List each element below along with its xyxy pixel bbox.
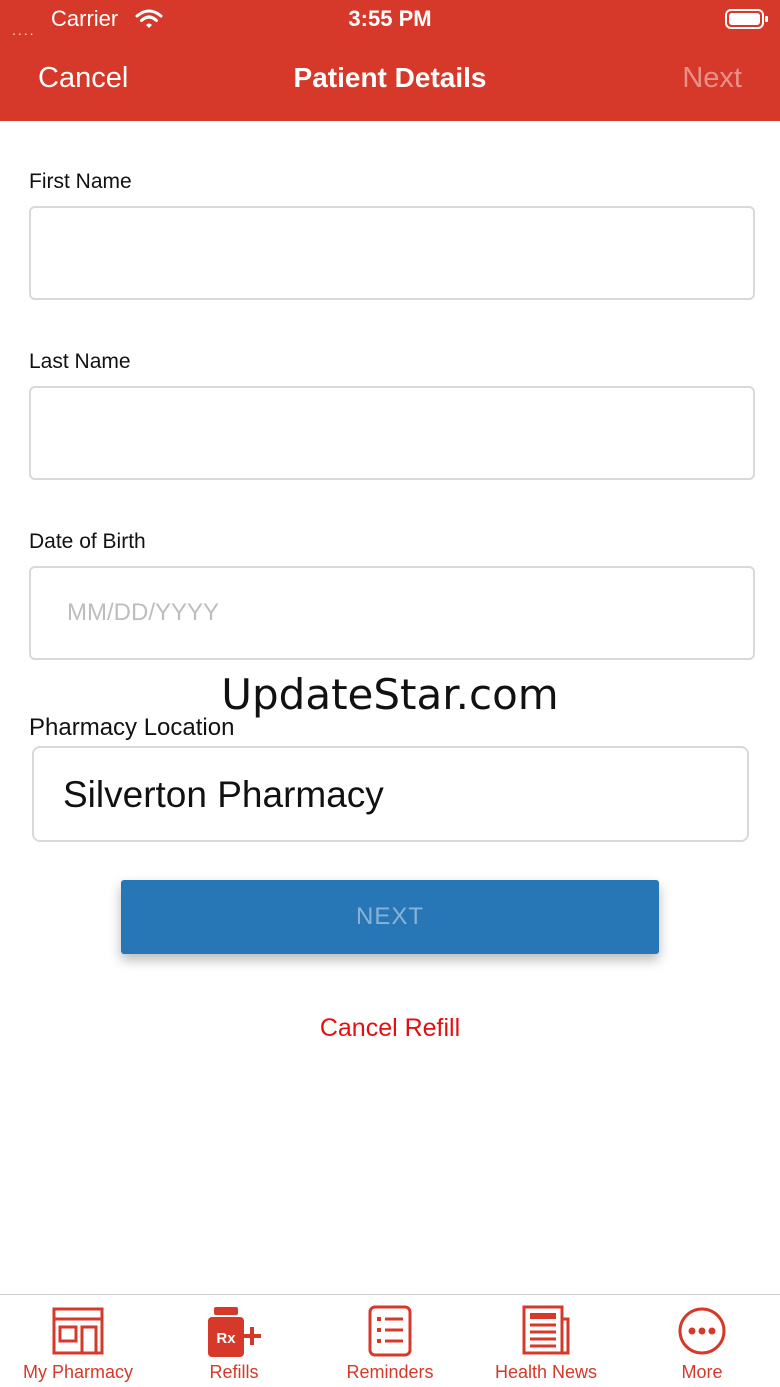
checklist-icon <box>368 1305 412 1357</box>
tab-label: Reminders <box>346 1362 434 1382</box>
more-icon <box>678 1307 726 1355</box>
app-header: .... Carrier 3:55 PM Cancel Patient Deta… <box>0 0 780 121</box>
status-bar: .... Carrier 3:55 PM <box>0 0 780 40</box>
first-name-input[interactable] <box>31 208 753 298</box>
tab-bar: My Pharmacy Rx Refills Reminders Health … <box>0 1294 780 1387</box>
tab-reminders[interactable]: Reminders <box>312 1295 468 1387</box>
tab-more[interactable]: More <box>624 1295 780 1387</box>
cancel-refill-link[interactable]: Cancel Refill <box>0 1014 780 1043</box>
dob-label: Date of Birth <box>29 530 146 553</box>
status-time: 3:55 PM <box>348 6 432 31</box>
dob-field <box>29 566 755 660</box>
last-name-label: Last Name <box>29 350 131 373</box>
tab-label: Health News <box>494 1362 598 1382</box>
first-name-label: First Name <box>29 170 132 193</box>
pharmacy-location-select[interactable]: Silverton Pharmacy <box>32 746 749 842</box>
tab-refills[interactable]: Rx Refills <box>156 1295 312 1387</box>
next-button[interactable]: NEXT <box>121 880 659 954</box>
watermark: UpdateStar.com <box>221 670 559 719</box>
tab-label: More <box>681 1362 723 1382</box>
store-icon <box>52 1307 104 1355</box>
pharmacy-location-value: Silverton Pharmacy <box>63 774 384 815</box>
tab-health-news[interactable]: Health News <box>468 1295 624 1387</box>
tab-my-pharmacy[interactable]: My Pharmacy <box>0 1295 156 1387</box>
last-name-field <box>29 386 755 480</box>
rx-text: Rx <box>216 1330 236 1347</box>
rx-refill-icon: Rx <box>208 1307 261 1357</box>
dob-input[interactable] <box>31 568 753 658</box>
last-name-input[interactable] <box>31 388 753 478</box>
tab-label: My Pharmacy <box>22 1362 134 1382</box>
first-name-field <box>29 206 755 300</box>
newspaper-icon <box>522 1305 570 1355</box>
page-title: Patient Details <box>293 62 487 93</box>
tab-label: Refills <box>209 1362 259 1382</box>
battery-icon <box>725 9 768 29</box>
next-nav-button[interactable]: Next <box>682 62 742 95</box>
